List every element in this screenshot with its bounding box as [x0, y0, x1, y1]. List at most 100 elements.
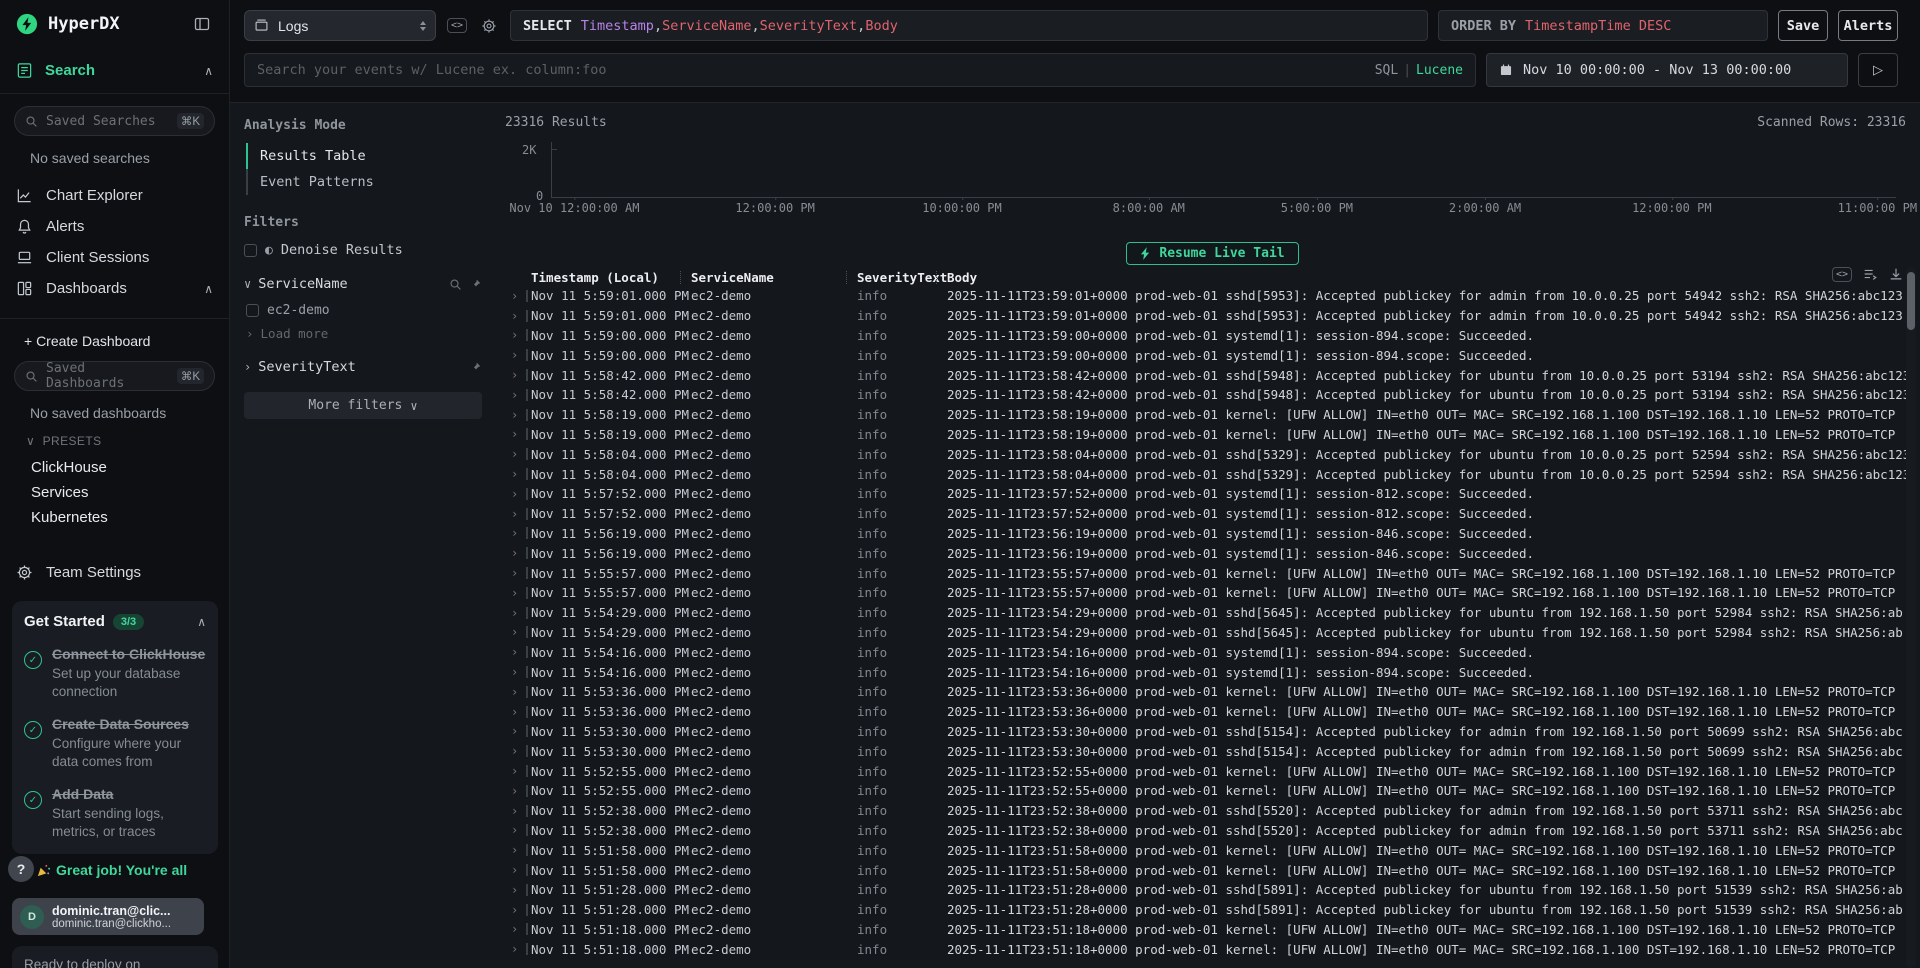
- sql-mode-icon[interactable]: <>: [446, 10, 468, 41]
- saved-searches-input[interactable]: Saved Searches ⌘K: [14, 106, 215, 136]
- row-expand-chevron[interactable]: ›: [511, 468, 518, 480]
- row-expand-chevron[interactable]: ›: [511, 923, 518, 935]
- checkbox[interactable]: [244, 244, 257, 257]
- view-sql-icon[interactable]: <>: [1832, 267, 1852, 282]
- event-search-box[interactable]: SQL|Lucene: [244, 53, 1476, 87]
- row-expand-chevron[interactable]: ›: [511, 369, 518, 381]
- table-row[interactable]: ›Nov 11 5:59:01.000 PMec2-demoinfo2025-1…: [505, 286, 1920, 306]
- download-icon[interactable]: [1888, 266, 1904, 282]
- table-row[interactable]: ›Nov 11 5:51:18.000 PMec2-demoinfo2025-1…: [505, 939, 1920, 959]
- save-button[interactable]: Save: [1778, 10, 1828, 41]
- table-row[interactable]: ›Nov 11 5:52:38.000 PMec2-demoinfo2025-1…: [505, 821, 1920, 841]
- sidebar-item-clickhouse[interactable]: ClickHouse: [0, 454, 229, 479]
- row-expand-chevron[interactable]: ›: [511, 844, 518, 856]
- row-expand-chevron[interactable]: ›: [511, 725, 518, 737]
- row-expand-chevron[interactable]: ›: [511, 290, 518, 302]
- sidebar-item-client-sessions[interactable]: Client Sessions: [0, 242, 229, 273]
- search-input[interactable]: [257, 62, 1365, 78]
- select-columns-input[interactable]: SELECT Timestamp,ServiceName,SeverityTex…: [510, 10, 1428, 41]
- sidebar-item-kubernetes[interactable]: Kubernetes: [0, 504, 229, 529]
- column-config-icon[interactable]: [1862, 266, 1878, 282]
- col-body[interactable]: Body: [947, 270, 1920, 285]
- mode-results-table[interactable]: Results Table: [246, 143, 482, 169]
- row-expand-chevron[interactable]: ›: [511, 646, 518, 658]
- row-expand-chevron[interactable]: ›: [511, 508, 518, 520]
- table-row[interactable]: ›Nov 11 5:53:30.000 PMec2-demoinfo2025-1…: [505, 741, 1920, 761]
- row-expand-chevron[interactable]: ›: [511, 310, 518, 322]
- table-row[interactable]: ›Nov 11 5:54:29.000 PMec2-demoinfo2025-1…: [505, 603, 1920, 623]
- table-row[interactable]: ›Nov 11 5:58:19.000 PMec2-demoinfo2025-1…: [505, 425, 1920, 445]
- user-menu[interactable]: D dominic.tran@clic... dominic.tran@clic…: [12, 898, 204, 935]
- row-expand-chevron[interactable]: ›: [511, 527, 518, 539]
- table-row[interactable]: ›Nov 11 5:51:58.000 PMec2-demoinfo2025-1…: [505, 840, 1920, 860]
- table-row[interactable]: ›Nov 11 5:52:55.000 PMec2-demoinfo2025-1…: [505, 781, 1920, 801]
- search-icon[interactable]: [449, 278, 462, 291]
- facet-severitytext[interactable]: › SeverityText: [244, 359, 482, 375]
- table-row[interactable]: ›Nov 11 5:58:42.000 PMec2-demoinfo2025-1…: [505, 385, 1920, 405]
- sidebar-item-team-settings[interactable]: Team Settings: [0, 557, 229, 588]
- table-row[interactable]: ›Nov 11 5:55:57.000 PMec2-demoinfo2025-1…: [505, 583, 1920, 603]
- table-row[interactable]: ›Nov 11 5:51:58.000 PMec2-demoinfo2025-1…: [505, 860, 1920, 880]
- table-scrollbar[interactable]: [1906, 267, 1916, 968]
- facet-servicename[interactable]: ∨ ServiceName: [244, 276, 482, 292]
- pin-icon[interactable]: [469, 361, 482, 374]
- sidebar-item-chart-explorer[interactable]: Chart Explorer: [0, 180, 229, 211]
- settings-gear-icon[interactable]: [478, 10, 500, 41]
- query-language-toggle[interactable]: SQL|Lucene: [1375, 63, 1463, 78]
- table-row[interactable]: ›Nov 11 5:54:16.000 PMec2-demoinfo2025-1…: [505, 662, 1920, 682]
- date-range-picker[interactable]: Nov 10 00:00:00 - Nov 13 00:00:00: [1486, 53, 1848, 87]
- run-query-button[interactable]: ▷: [1858, 53, 1898, 87]
- row-expand-chevron[interactable]: ›: [511, 567, 518, 579]
- sidebar-collapse-icon[interactable]: [191, 15, 213, 33]
- row-expand-chevron[interactable]: ›: [511, 666, 518, 678]
- row-expand-chevron[interactable]: ›: [511, 884, 518, 896]
- pin-icon[interactable]: [469, 278, 482, 291]
- saved-dashboards-input[interactable]: Saved Dashboards ⌘K: [14, 361, 215, 391]
- row-expand-chevron[interactable]: ›: [511, 428, 518, 440]
- table-row[interactable]: ›Nov 11 5:59:01.000 PMec2-demoinfo2025-1…: [505, 306, 1920, 326]
- table-row[interactable]: ›Nov 11 5:54:29.000 PMec2-demoinfo2025-1…: [505, 623, 1920, 643]
- table-row[interactable]: ›Nov 11 5:52:38.000 PMec2-demoinfo2025-1…: [505, 801, 1920, 821]
- row-expand-chevron[interactable]: ›: [511, 448, 518, 460]
- order-by-input[interactable]: ORDER BY TimestampTime DESC: [1438, 10, 1768, 41]
- row-expand-chevron[interactable]: ›: [511, 864, 518, 876]
- table-row[interactable]: ›Nov 11 5:55:57.000 PMec2-demoinfo2025-1…: [505, 563, 1920, 583]
- chevron-up-icon[interactable]: ∧: [204, 64, 213, 78]
- help-button[interactable]: ?: [8, 856, 34, 882]
- chevron-up-icon[interactable]: ∧: [204, 282, 213, 296]
- row-expand-chevron[interactable]: ›: [511, 805, 518, 817]
- table-row[interactable]: ›Nov 11 5:53:36.000 PMec2-demoinfo2025-1…: [505, 682, 1920, 702]
- row-expand-chevron[interactable]: ›: [511, 349, 518, 361]
- table-row[interactable]: ›Nov 11 5:54:16.000 PMec2-demoinfo2025-1…: [505, 642, 1920, 662]
- sidebar-item-services[interactable]: Services: [0, 479, 229, 504]
- table-row[interactable]: ›Nov 11 5:51:28.000 PMec2-demoinfo2025-1…: [505, 900, 1920, 920]
- col-servicename[interactable]: ServiceName: [691, 270, 857, 285]
- col-severitytext[interactable]: SeverityText: [857, 270, 947, 285]
- table-row[interactable]: ›Nov 11 5:59:00.000 PMec2-demoinfo2025-1…: [505, 345, 1920, 365]
- sidebar-item-alerts[interactable]: Alerts: [0, 211, 229, 242]
- create-dashboard-button[interactable]: + Create Dashboard: [24, 333, 229, 349]
- table-row[interactable]: ›Nov 11 5:51:18.000 PMec2-demoinfo2025-1…: [505, 920, 1920, 940]
- row-expand-chevron[interactable]: ›: [511, 706, 518, 718]
- col-timestamp[interactable]: Timestamp (Local): [531, 270, 691, 285]
- row-expand-chevron[interactable]: ›: [511, 389, 518, 401]
- load-more-button[interactable]: › Load more: [246, 326, 482, 341]
- table-row[interactable]: ›Nov 11 5:56:19.000 PMec2-demoinfo2025-1…: [505, 543, 1920, 563]
- row-expand-chevron[interactable]: ›: [511, 607, 518, 619]
- resume-live-tail-button[interactable]: Resume Live Tail: [1126, 242, 1298, 265]
- row-expand-chevron[interactable]: ›: [511, 765, 518, 777]
- row-expand-chevron[interactable]: ›: [511, 409, 518, 421]
- get-started-item[interactable]: ✓ Create Data Sources Configure where yo…: [24, 715, 206, 770]
- table-row[interactable]: ›Nov 11 5:57:52.000 PMec2-demoinfo2025-1…: [505, 504, 1920, 524]
- row-expand-chevron[interactable]: ›: [511, 943, 518, 955]
- row-expand-chevron[interactable]: ›: [511, 626, 518, 638]
- row-expand-chevron[interactable]: ›: [511, 329, 518, 341]
- row-expand-chevron[interactable]: ›: [511, 745, 518, 757]
- table-row[interactable]: ›Nov 11 5:56:19.000 PMec2-demoinfo2025-1…: [505, 524, 1920, 544]
- get-started-item[interactable]: ✓ Connect to ClickHouse Set up your data…: [24, 645, 206, 700]
- presets-toggle[interactable]: ∨ PRESETS: [26, 434, 229, 448]
- row-expand-chevron[interactable]: ›: [511, 785, 518, 797]
- event-histogram[interactable]: 2K 0: [551, 142, 1896, 198]
- table-row[interactable]: ›Nov 11 5:53:30.000 PMec2-demoinfo2025-1…: [505, 722, 1920, 742]
- table-row[interactable]: ›Nov 11 5:58:04.000 PMec2-demoinfo2025-1…: [505, 444, 1920, 464]
